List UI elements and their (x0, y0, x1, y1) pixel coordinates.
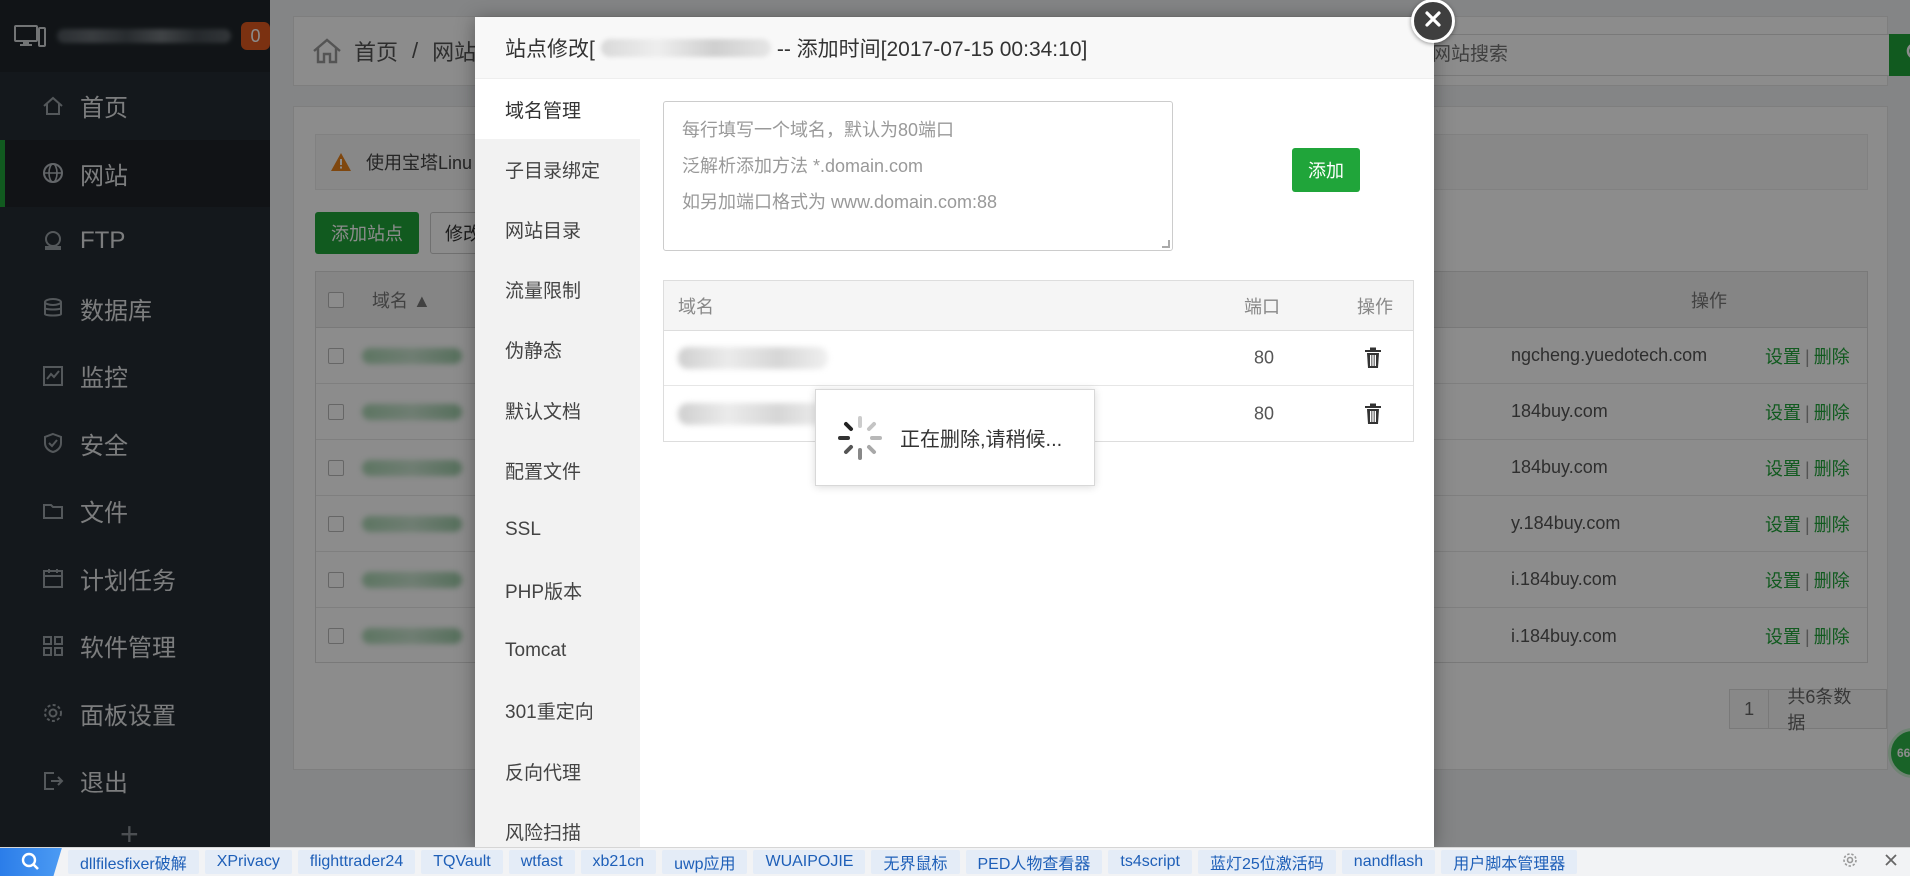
tab-reverse-proxy[interactable]: 反向代理 (475, 741, 640, 801)
bookmarks-bar: dllfilesfixer破解 XPrivacy flighttrader24 … (0, 847, 1910, 876)
bookmark-item[interactable]: xb21cn (580, 850, 657, 874)
modal-title-prefix: 站点修改[ (505, 37, 595, 61)
modal-tab-list: 域名管理 子目录绑定 网站目录 流量限制 伪静态 默认文档 配置文件 SSL P… (475, 79, 640, 847)
bookmark-item[interactable]: WUAIPOJIE (753, 850, 866, 874)
trash-icon[interactable] (1364, 403, 1382, 425)
tab-rewrite[interactable]: 伪静态 (475, 320, 640, 380)
bookmark-item[interactable]: dllfilesfixer破解 (68, 850, 199, 874)
close-icon (1424, 10, 1442, 33)
add-domain-button[interactable]: 添加 (1292, 148, 1360, 192)
resize-handle[interactable] (1162, 240, 1170, 248)
bookmark-item[interactable]: 蓝灯25位激活码 (1197, 850, 1336, 874)
table-row: 80 (664, 331, 1413, 386)
tab-config-file[interactable]: 配置文件 (475, 440, 640, 500)
loading-text: 正在删除,请稍候... (900, 429, 1063, 451)
column-header-port: 端口 (1244, 296, 1280, 317)
browser-search-icon[interactable] (0, 847, 62, 876)
tab-site-directory[interactable]: 网站目录 (475, 199, 640, 259)
domain-port: 80 (1254, 347, 1275, 368)
tab-301-redirect[interactable]: 301重定向 (475, 681, 640, 741)
tab-subdirectory-binding[interactable]: 子目录绑定 (475, 139, 640, 199)
textarea-placeholder-line: 每行填写一个域名，默认为80端口 (682, 120, 955, 140)
bookmark-item[interactable]: 用户脚本管理器 (1441, 850, 1578, 874)
close-icon[interactable] (1884, 853, 1898, 872)
tab-risk-scan[interactable]: 风险扫描 (475, 801, 640, 847)
trash-icon[interactable] (1364, 347, 1382, 369)
column-header-domain: 域名 (678, 296, 714, 317)
tab-traffic-limit[interactable]: 流量限制 (475, 260, 640, 320)
tab-ssl[interactable]: SSL (475, 500, 640, 560)
gear-icon[interactable] (1842, 852, 1858, 873)
bookmark-item[interactable]: PED人物查看器 (965, 850, 1103, 874)
tab-domain-management[interactable]: 域名管理 (475, 79, 640, 140)
modal-title-suffix: -- 添加时间[2017-07-15 00:34:10] (776, 37, 1088, 61)
textarea-placeholder-line: 如另加端口格式为 www.domain.com:88 (682, 192, 998, 212)
domain-port: 80 (1254, 403, 1275, 423)
bookmark-item[interactable]: uwp应用 (662, 850, 748, 874)
textarea-placeholder-line: 泛解析添加方法 *.domain.com (682, 156, 924, 176)
tab-default-document[interactable]: 默认文档 (475, 380, 640, 440)
bookmark-item[interactable]: 无界鼠标 (871, 850, 960, 874)
modal-title: 站点修改[ -- 添加时间[2017-07-15 00:34:10] (475, 17, 1434, 79)
bookmark-item[interactable]: wtfast (508, 850, 575, 874)
bookmark-item[interactable]: XPrivacy (204, 850, 292, 874)
bookmark-item[interactable]: flighttrader24 (297, 850, 416, 874)
modal-title-site-blurred (600, 38, 771, 57)
bookmark-item[interactable]: TQVault (421, 850, 503, 874)
loading-toast: 正在删除,请稍候... (815, 389, 1095, 486)
bookmark-item[interactable]: nandflash (1341, 850, 1436, 874)
domain-textarea[interactable]: 每行填写一个域名，默认为80端口 泛解析添加方法 *.domain.com 如另… (663, 101, 1173, 251)
domain-table-header: 域名 端口 操作 (664, 281, 1413, 331)
tab-tomcat[interactable]: Tomcat (475, 621, 640, 681)
modal-close-button[interactable] (1411, 0, 1455, 43)
bookmark-item[interactable]: ts4script (1108, 850, 1192, 874)
tab-php-version[interactable]: PHP版本 (475, 561, 640, 621)
bookmarks-bar-controls (1842, 852, 1898, 873)
domain-name-blurred (678, 347, 828, 369)
domain-name-blurred (678, 402, 828, 425)
loading-spinner-icon (836, 414, 884, 462)
column-header-actions: 操作 (1357, 296, 1393, 317)
